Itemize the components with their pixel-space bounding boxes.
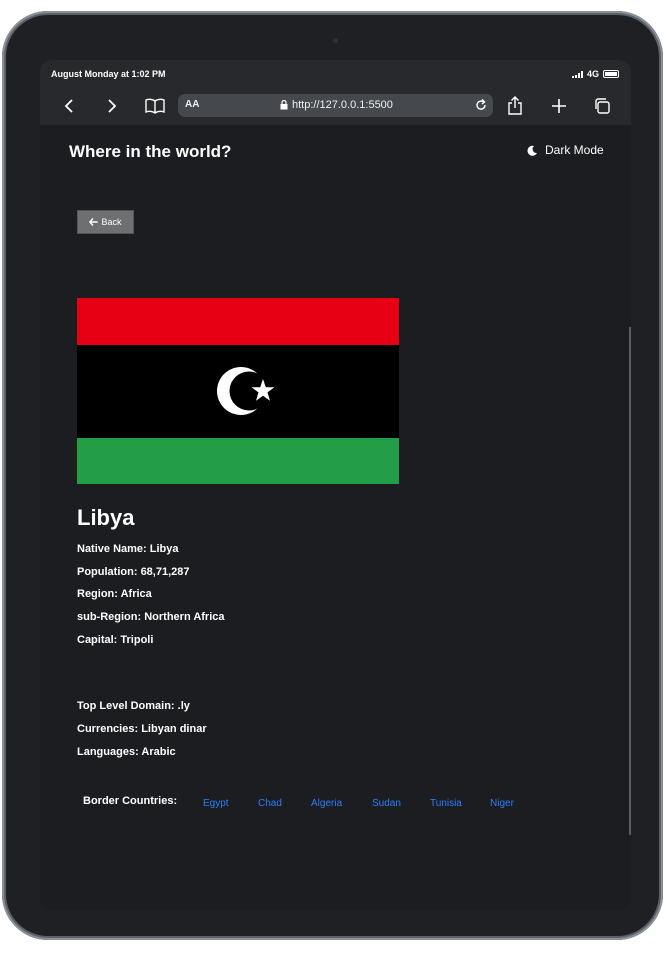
top-level-domain: Top Level Domain: .ly xyxy=(77,700,190,712)
text-size-button[interactable]: AA xyxy=(185,99,199,110)
battery-icon xyxy=(603,70,619,78)
currencies: Currencies: Libyan dinar xyxy=(77,723,207,735)
page-content: Where in the world? Dark Mode Back Libya… xyxy=(40,125,631,910)
country-name: Libya xyxy=(77,505,135,530)
native-name: Native Name: Libya xyxy=(77,543,179,555)
camera xyxy=(333,38,338,43)
tablet-frame: August Monday at 1:02 PM 4G AA http://12… xyxy=(2,11,663,940)
flag-stripe-bottom xyxy=(77,438,399,484)
status-time: August Monday at 1:02 PM xyxy=(51,69,166,79)
new-tab-icon[interactable] xyxy=(546,93,572,119)
bookmarks-icon[interactable] xyxy=(142,93,168,119)
border-link-algeria[interactable]: Algeria xyxy=(311,798,342,809)
arrow-left-icon xyxy=(89,218,98,226)
lock-icon xyxy=(280,100,288,110)
border-link-chad[interactable]: Chad xyxy=(258,798,282,809)
border-link-sudan[interactable]: Sudan xyxy=(372,798,401,809)
capital: Capital: Tripoli xyxy=(77,634,154,646)
flag-stripe-top xyxy=(77,298,399,345)
back-nav-icon[interactable] xyxy=(56,93,82,119)
region: Region: Africa xyxy=(77,588,152,600)
status-bar: August Monday at 1:02 PM 4G xyxy=(40,60,631,87)
forward-nav-icon[interactable] xyxy=(99,93,125,119)
sub-region: sub-Region: Northern Africa xyxy=(77,611,225,623)
border-countries-label: Border Countries: xyxy=(83,795,178,807)
reload-icon[interactable] xyxy=(474,98,488,115)
page-title: Where in the world? xyxy=(69,142,232,161)
dark-mode-toggle[interactable]: Dark Mode xyxy=(527,143,604,157)
url-text: http://127.0.0.1:5500 xyxy=(292,99,393,111)
back-button[interactable]: Back xyxy=(77,210,134,234)
scrollbar[interactable] xyxy=(629,327,631,835)
address-bar[interactable]: AA http://127.0.0.1:5500 xyxy=(178,94,493,117)
screen: August Monday at 1:02 PM 4G AA http://12… xyxy=(40,60,631,910)
border-link-tunisia[interactable]: Tunisia xyxy=(430,798,462,809)
back-label: Back xyxy=(101,217,122,227)
languages: Languages: Arabic xyxy=(77,746,176,758)
population: Population: 68,71,287 xyxy=(77,566,190,578)
country-flag xyxy=(77,298,399,484)
browser-toolbar: AA http://127.0.0.1:5500 xyxy=(40,87,631,125)
border-link-egypt[interactable]: Egypt xyxy=(203,798,229,809)
moon-icon xyxy=(527,145,537,156)
share-icon[interactable] xyxy=(502,93,528,119)
network-type: 4G xyxy=(586,69,599,79)
border-link-niger[interactable]: Niger xyxy=(490,798,514,809)
signal-icon xyxy=(571,70,583,78)
tabs-icon[interactable] xyxy=(589,93,615,119)
dark-mode-label: Dark Mode xyxy=(545,143,604,157)
